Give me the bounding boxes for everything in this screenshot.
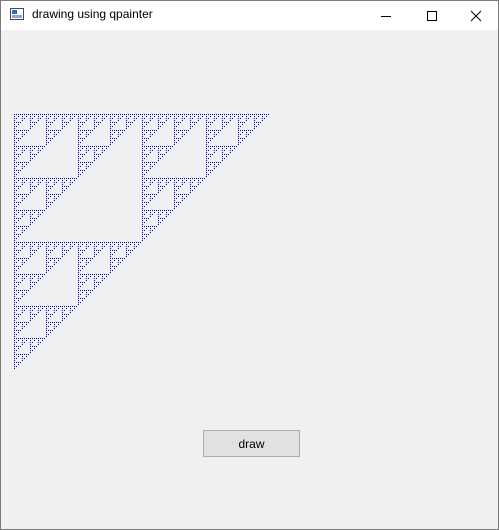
close-icon bbox=[470, 10, 481, 21]
draw-button[interactable]: draw bbox=[203, 430, 300, 457]
close-button[interactable] bbox=[453, 1, 498, 30]
window-title: drawing using qpainter bbox=[32, 7, 153, 21]
maximize-icon bbox=[426, 10, 437, 21]
application-window-icon[interactable] bbox=[10, 8, 24, 20]
title-bar[interactable]: drawing using qpainter bbox=[1, 1, 498, 30]
main-window: drawing using qpainter draw bbox=[0, 0, 499, 530]
maximize-button[interactable] bbox=[409, 1, 454, 30]
drawing-canvas-area: draw bbox=[1, 30, 498, 529]
minimize-button[interactable] bbox=[363, 1, 408, 30]
minimize-icon bbox=[380, 15, 391, 17]
fractal-dots bbox=[14, 114, 269, 369]
